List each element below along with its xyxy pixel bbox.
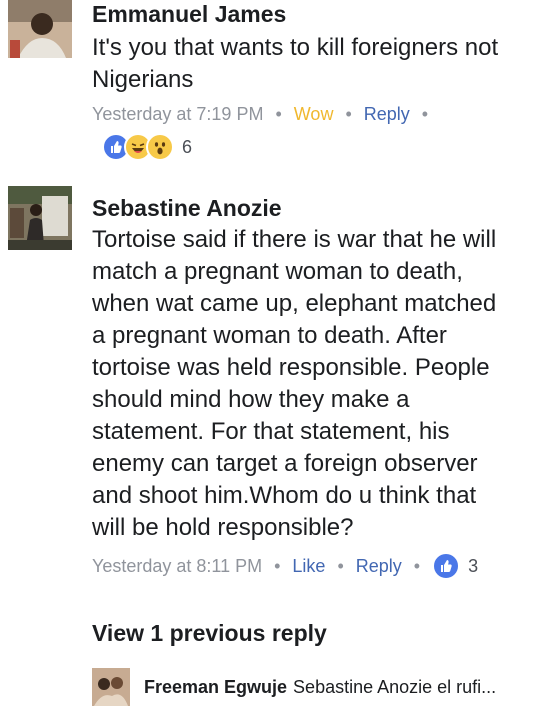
reaction-summary[interactable]: 6 <box>102 132 547 162</box>
reply-button[interactable]: Reply <box>356 554 402 578</box>
comment-timestamp[interactable]: Yesterday at 7:19 PM <box>92 104 263 124</box>
reply-author[interactable]: Freeman Egwuje <box>144 677 287 698</box>
separator-dot: • <box>275 104 282 124</box>
reply-snippet: Sebastine Anozie el rufi... <box>293 676 497 697</box>
comment-sebastine-anozie: Sebastine Anozie Tortoise said if there … <box>0 186 555 596</box>
separator-dot: • <box>337 556 344 576</box>
separator-dot: • <box>274 556 281 576</box>
reaction-count: 6 <box>182 136 193 157</box>
separator-dot: • <box>421 104 429 124</box>
wow-icon <box>146 133 174 161</box>
like-button[interactable]: Like <box>292 554 325 578</box>
separator-dot: • <box>345 104 352 124</box>
view-previous-replies-link[interactable]: View 1 previous reply <box>92 620 327 647</box>
reaction-summary[interactable]: 3 <box>432 552 478 580</box>
comment-meta: Yesterday at 7:19 PM • Wow • Reply • <box>92 102 547 126</box>
reply-button[interactable]: Reply <box>364 104 410 124</box>
like-icon <box>432 552 461 580</box>
reply-preview[interactable]: Freeman Egwuje Sebastine Anozie el rufi.… <box>92 664 542 710</box>
wow-reaction-button[interactable]: Wow <box>294 104 334 124</box>
comment-emmanuel-james: Emmanuel James It's you that wants to ki… <box>0 0 555 170</box>
comment-meta: Yesterday at 8:11 PM • Like • Reply • 3 <box>92 552 547 580</box>
reply-avatar[interactable] <box>92 668 130 706</box>
separator-dot: • <box>413 556 421 576</box>
comment-text: Tortoise said if there is war that he wi… <box>92 226 497 541</box>
comment-timestamp[interactable]: Yesterday at 8:11 PM <box>92 554 262 578</box>
comment-text: It's you that wants to kill foreigners n… <box>92 34 499 93</box>
avatar[interactable] <box>8 186 72 250</box>
comment-author[interactable]: Emmanuel James <box>92 0 547 28</box>
reaction-count: 3 <box>468 556 479 576</box>
avatar[interactable] <box>8 0 72 58</box>
comment-author[interactable]: Sebastine Anozie <box>92 194 547 222</box>
